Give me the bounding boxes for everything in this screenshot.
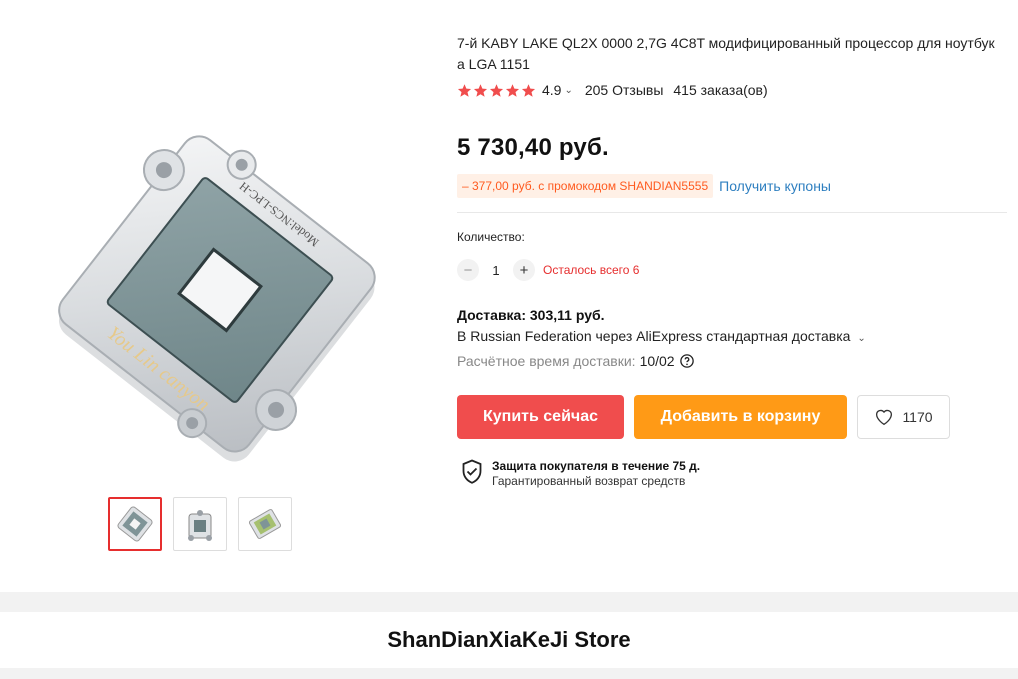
star-icon	[489, 83, 504, 97]
quantity-increase-button[interactable]: +	[513, 259, 535, 281]
promo-code-badge: – 377,00 руб. с промокодом SHANDIAN5555	[457, 174, 714, 198]
buy-now-button[interactable]: Купить сейчас	[457, 395, 624, 439]
delivery-time: Расчётное время доставки: 10/02	[457, 353, 694, 369]
star-icon	[457, 83, 472, 97]
shield-check-icon	[462, 459, 482, 484]
help-icon[interactable]	[679, 354, 694, 368]
star-icon	[521, 83, 536, 97]
shipping-price: Доставка: 303,11 руб.	[457, 307, 605, 323]
delivery-time-value: 10/02	[639, 353, 675, 369]
rating-value[interactable]: 4.9	[542, 82, 561, 98]
star-icon	[505, 83, 520, 97]
get-coupons-link[interactable]: Получить купоны	[719, 178, 831, 194]
store-header: ShanDianXiaKeJi Store	[0, 612, 1018, 668]
rating-stars	[457, 83, 536, 98]
promo-row: – 377,00 руб. с промокодом SHANDIAN5555 …	[457, 174, 831, 198]
thumbnail-list	[108, 497, 292, 551]
thumbnail-3[interactable]	[238, 497, 292, 551]
wishlist-button[interactable]: 1170	[857, 395, 950, 439]
chevron-down-icon: ⌄	[857, 333, 866, 344]
quantity-value[interactable]: 1	[479, 263, 513, 278]
wishlist-count: 1170	[902, 409, 933, 425]
protection-subtitle: Гарантированный возврат средств	[492, 474, 686, 488]
reviews-link[interactable]: 205 Отзывы	[585, 82, 664, 98]
section-separator	[0, 668, 1018, 679]
buyer-protection: Защита покупателя в течение 75 д. Гарант…	[461, 459, 700, 489]
shipping-method-text: В Russian Federation через AliExpress ст…	[457, 328, 851, 344]
thumbnail-2[interactable]	[173, 497, 227, 551]
add-to-cart-button[interactable]: Добавить в корзину	[634, 395, 847, 439]
rating-row: 4.9 ⌄ 205 Отзывы 415 заказа(ов)	[457, 82, 768, 98]
orders-count: 415 заказа(ов)	[673, 82, 768, 98]
divider	[457, 212, 1007, 213]
heart-icon	[876, 409, 893, 426]
stock-remaining: Осталось всего 6	[543, 263, 640, 277]
thumbnail-1[interactable]	[108, 497, 162, 551]
main-product-image[interactable]: You Lin canyon Model:NCS-LPC-H	[40, 100, 400, 480]
store-name[interactable]: ShanDianXiaKeJi Store	[387, 627, 630, 653]
delivery-time-label: Расчётное время доставки:	[457, 353, 636, 369]
quantity-decrease-button[interactable]: −	[457, 259, 479, 281]
protection-title: Защита покупателя в течение 75 д.	[492, 459, 701, 473]
chevron-down-icon[interactable]: ⌄	[564, 85, 572, 96]
product-page: You Lin canyon Model:NCS-LPC-H 7-й KABY …	[0, 0, 1018, 679]
star-icon	[473, 83, 488, 97]
shipping-method-selector[interactable]: В Russian Federation через AliExpress ст…	[457, 328, 866, 344]
product-price: 5 730,40 руб.	[457, 134, 609, 161]
quantity-label: Количество:	[457, 230, 525, 244]
section-separator	[0, 592, 1018, 612]
product-title: 7-й KABY LAKE QL2X 0000 2,7G 4C8T модифи…	[457, 35, 995, 72]
quantity-stepper: − 1 + Осталось всего 6	[457, 259, 639, 281]
